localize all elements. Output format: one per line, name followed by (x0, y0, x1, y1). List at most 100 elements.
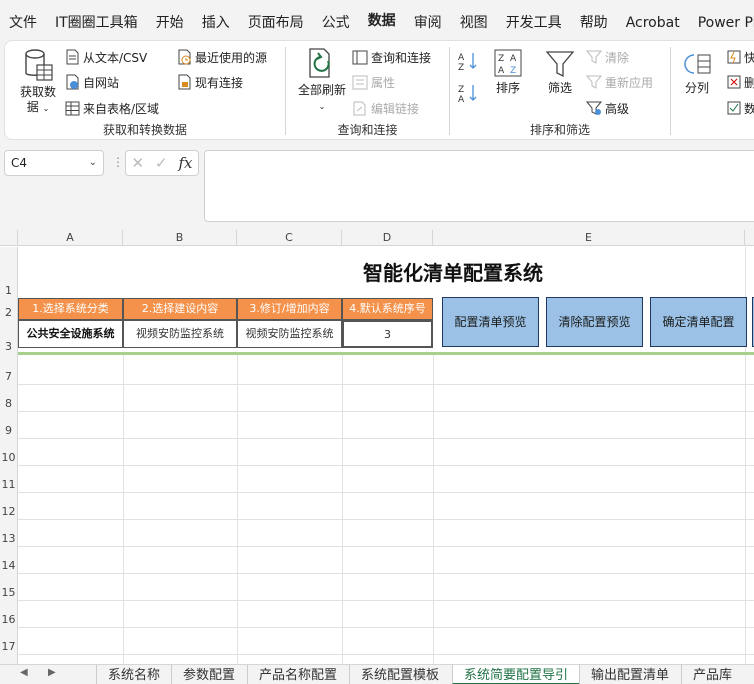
properties-icon (352, 75, 368, 89)
row-header[interactable]: 16 (0, 600, 18, 627)
row-header[interactable]: 17 (0, 627, 18, 654)
queries-connections-button[interactable]: 查询和连接 (352, 47, 431, 67)
properties-button[interactable]: 属性 (352, 72, 395, 92)
sort-button[interactable]: ZAAZ 排序 (488, 49, 528, 96)
menu-view[interactable]: 视图 (451, 0, 497, 44)
group-sort-filter: AZ ZA ZAAZ 排序 筛选 清除 重新应用 高级 排序和筛选 (450, 41, 670, 141)
row-header[interactable] (0, 654, 18, 664)
menu-help[interactable]: 帮助 (571, 0, 617, 44)
menu-developer[interactable]: 开发工具 (497, 0, 571, 44)
cell-revise-content[interactable]: 视频安防监控系统 (237, 320, 342, 348)
cell-system-category[interactable]: 公共安全设施系统 (18, 320, 123, 348)
flash-fill-button[interactable]: 快 (727, 47, 754, 67)
header-cell-system-category[interactable]: 1.选择系统分类 (18, 298, 123, 320)
group-label-queries: 查询和连接 (337, 123, 398, 137)
clear-filter-button[interactable]: 清除 (586, 47, 629, 67)
get-data-button[interactable]: 获取数 据 ⌄ (13, 47, 63, 116)
row-header[interactable]: 10 (0, 438, 18, 465)
scroll-left-icon[interactable]: ◀ (20, 667, 28, 678)
recent-sources-label: 最近使用的源 (195, 50, 268, 65)
header-cell-construction-content[interactable]: 2.选择建设内容 (123, 298, 237, 320)
row-header[interactable]: 2 (0, 298, 18, 320)
cell-construction-content[interactable]: 视频安防监控系统 (123, 320, 237, 348)
sort-label: 排序 (495, 81, 520, 95)
gridline (18, 627, 754, 628)
from-table-button[interactable]: 来自表格/区域 (65, 98, 159, 118)
clear-preview-button[interactable]: 清除配置预览 (546, 297, 643, 347)
sort-ascending-icon: AZ (458, 53, 477, 71)
advanced-filter-label: 高级 (605, 101, 630, 116)
menu-review[interactable]: 审阅 (405, 0, 451, 44)
menu-power-pivot[interactable]: Power Pivot (689, 0, 754, 44)
row-header[interactable]: 13 (0, 519, 18, 546)
text-to-columns-button[interactable]: 分列 (677, 51, 717, 96)
spreadsheet-grid[interactable]: A B C D E 1 2 3 7 8 9 10 11 12 13 14 15 … (0, 230, 754, 664)
tab-output-config-list[interactable]: 输出配置清单 (579, 665, 680, 684)
menu-home[interactable]: 开始 (147, 0, 193, 44)
from-web-button[interactable]: 自网站 (65, 72, 119, 92)
tab-param-config[interactable]: 参数配置 (171, 665, 246, 684)
from-web-label: 自网站 (83, 75, 120, 90)
menu-file[interactable]: 文件 (0, 0, 46, 44)
gridline (18, 384, 754, 385)
row-header[interactable]: 11 (0, 465, 18, 492)
row-header[interactable]: 14 (0, 546, 18, 573)
advanced-filter-button[interactable]: 高级 (586, 98, 629, 118)
row-header[interactable]: 15 (0, 573, 18, 600)
recent-sources-button[interactable]: 最近使用的源 (177, 47, 267, 67)
menu-bar: 文件 IT圈圈工具箱 开始 插入 页面布局 公式 数据 审阅 视图 开发工具 帮… (0, 0, 754, 44)
tab-system-config-template[interactable]: 系统配置模板 (349, 665, 450, 684)
sort-az-button[interactable]: AZ (456, 51, 480, 73)
filter-button[interactable]: 筛选 (540, 49, 580, 96)
reapply-button[interactable]: 重新应用 (586, 72, 653, 92)
formula-bar-resize-handle[interactable]: ⋮ (112, 155, 124, 169)
insert-function-button[interactable]: fx (179, 154, 193, 172)
cell-default-number[interactable]: 3 (342, 320, 433, 348)
confirm-config-button[interactable]: 确定清单配置 (650, 297, 747, 347)
menu-acrobat[interactable]: Acrobat (617, 0, 689, 44)
menu-page-layout[interactable]: 页面布局 (239, 0, 313, 44)
svg-text:A: A (458, 95, 465, 103)
menu-insert[interactable]: 插入 (193, 0, 239, 44)
remove-duplicates-button[interactable]: 删 (727, 72, 754, 92)
gridline (18, 519, 754, 520)
select-all-corner[interactable] (0, 230, 18, 246)
menu-formulas[interactable]: 公式 (313, 0, 359, 44)
sort-descending-icon: ZA (458, 85, 477, 103)
existing-connections-button[interactable]: 现有连接 (177, 72, 243, 92)
menu-data[interactable]: 数据 (358, 0, 405, 44)
menu-it-toolbox[interactable]: IT圈圈工具箱 (46, 0, 147, 44)
chevron-down-icon[interactable]: ⌄ (89, 151, 97, 175)
tab-product-name-config[interactable]: 产品名称配置 (247, 665, 348, 684)
row-header[interactable]: 3 (0, 320, 18, 354)
preview-config-button[interactable]: 配置清单预览 (442, 297, 539, 347)
row-header[interactable]: 12 (0, 492, 18, 519)
edit-links-button[interactable]: 编辑链接 (352, 98, 419, 118)
refresh-all-button[interactable]: 全部刷新 ⌄ (292, 47, 352, 114)
group-label-get-transform: 获取和转换数据 (102, 123, 187, 137)
data-validation-button[interactable]: 数 (727, 98, 754, 118)
scroll-right-icon[interactable]: ▶ (48, 667, 56, 678)
row-header[interactable]: 9 (0, 411, 18, 438)
row-header[interactable]: 8 (0, 384, 18, 411)
gridline (18, 573, 754, 574)
row-header[interactable]: 7 (0, 357, 18, 384)
confirm-icon[interactable]: ✓ (155, 154, 168, 172)
tab-system-name[interactable]: 系统名称 (96, 665, 171, 684)
sort-dialog-icon: Z AA Z (494, 49, 522, 77)
name-box[interactable]: C4 ⌄ (4, 150, 104, 176)
sort-za-button[interactable]: ZA (456, 83, 480, 105)
tab-system-brief-guide[interactable]: 系统简要配置导引 (452, 665, 580, 684)
from-text-csv-button[interactable]: 从文本/CSV (65, 47, 147, 67)
sheet-tabs: ◀ ▶ 系统名称 参数配置 产品名称配置 系统配置模板 系统简要配置导引 输出配… (0, 664, 754, 684)
formula-input[interactable] (204, 150, 754, 222)
group-label-sort-filter: 排序和筛选 (529, 123, 590, 137)
tab-product-library[interactable]: 产品库 (681, 665, 743, 684)
row-header[interactable]: 1 (0, 247, 18, 298)
header-cell-default-number[interactable]: 4.默认系统序号 (342, 298, 433, 320)
gridline (18, 654, 754, 655)
cancel-icon[interactable]: ✕ (131, 154, 144, 172)
flash-fill-icon (727, 50, 741, 64)
sheet-title[interactable]: 智能化清单配置系统 (18, 244, 754, 298)
header-cell-revise-content[interactable]: 3.修订/增加内容 (237, 298, 342, 320)
